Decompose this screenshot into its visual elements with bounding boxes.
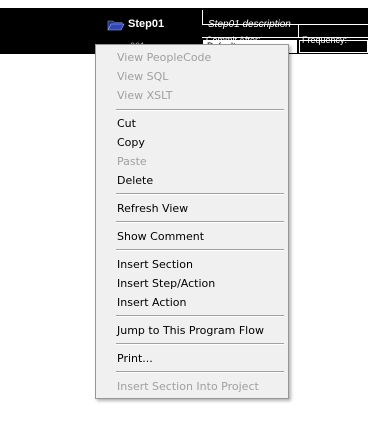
menu-item-paste[interactable]: Paste [98,152,286,171]
open-folder-icon [107,20,125,31]
menu-separator [116,371,284,373]
menu-item-delete[interactable]: Delete [98,171,286,190]
menu-separator [116,249,284,251]
step-name[interactable]: Step01 [128,17,164,32]
menu-item-copy[interactable]: Copy [98,133,286,152]
app-canvas: Step01 Step01 description Commit After: … [0,0,368,428]
menu-item-cut[interactable]: Cut [98,114,286,133]
menu-item-insert-section-into-project[interactable]: Insert Section Into Project [98,377,286,396]
menu-item-view-sql[interactable]: View SQL [98,67,286,86]
label-divider [298,25,299,37]
menu-separator [116,343,284,345]
menu-item-jump-to-program-flow[interactable]: Jump to This Program Flow [98,321,286,340]
menu-item-show-comment[interactable]: Show Comment [98,227,286,246]
menu-separator [116,221,284,223]
menu-item-insert-section[interactable]: Insert Section [98,255,286,274]
menu-separator [116,315,284,317]
header-rule [202,24,368,25]
menu-item-print[interactable]: Print... [98,349,286,368]
menu-item-view-xslt[interactable]: View XSLT [98,86,286,105]
header-divider [202,10,203,24]
context-menu: View PeopleCode View SQL View XSLT Cut C… [95,44,289,399]
label-rule [202,37,368,38]
menu-separator [116,193,284,195]
frequency-field[interactable] [299,40,368,53]
menu-separator [116,109,284,111]
menu-item-insert-action[interactable]: Insert Action [98,293,286,312]
menu-item-insert-step-action[interactable]: Insert Step/Action [98,274,286,293]
menu-item-refresh-view[interactable]: Refresh View [98,199,286,218]
menu-item-view-peoplecode[interactable]: View PeopleCode [98,48,286,67]
